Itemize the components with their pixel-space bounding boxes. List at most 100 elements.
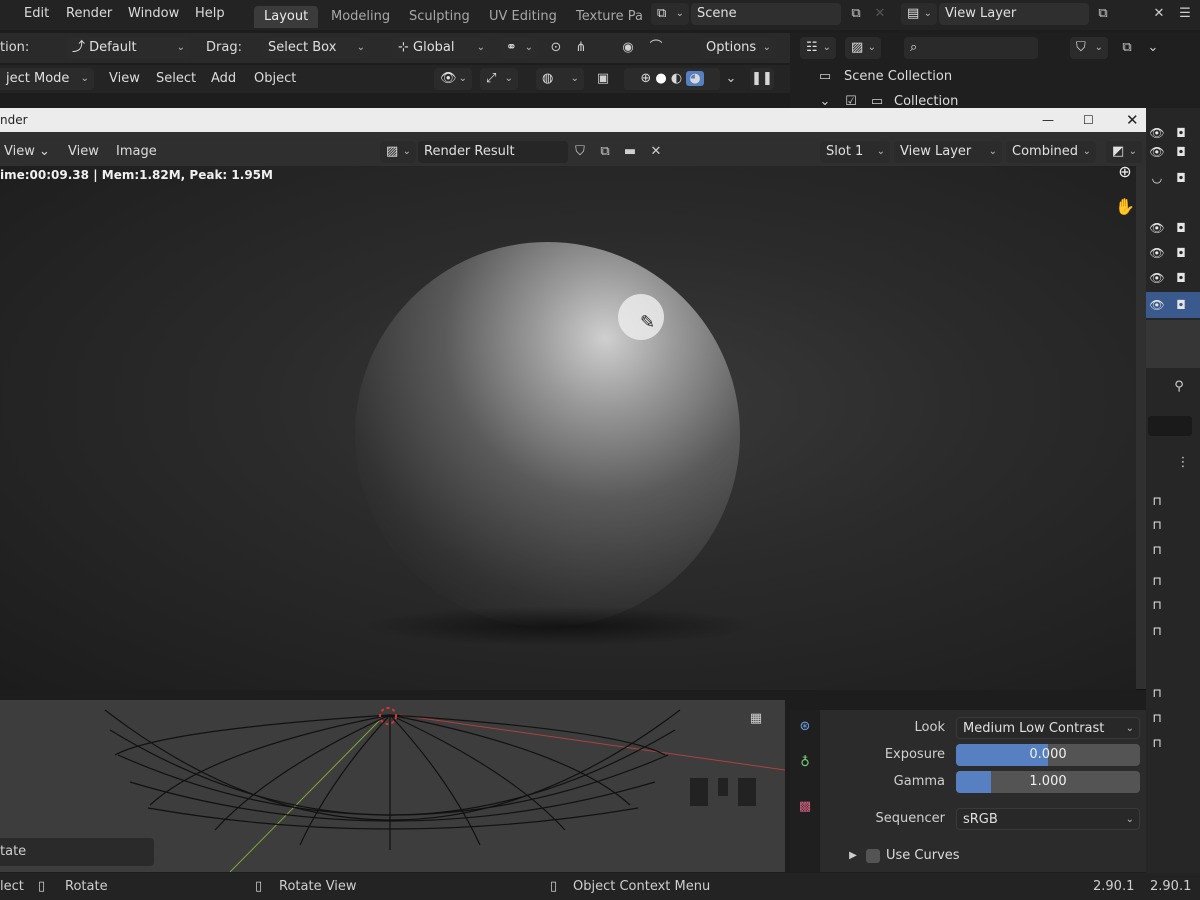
- visibility-eye-icon[interactable]: 👁: [1148, 221, 1166, 235]
- pause-render-icon[interactable]: ❚❚: [750, 68, 774, 90]
- display-channels-icon[interactable]: ◩ ⌄: [1106, 141, 1142, 163]
- scene-name-field[interactable]: Scene: [691, 3, 841, 25]
- sequencer-dropdown[interactable]: sRGB ⌄: [956, 808, 1140, 830]
- transform-orientation-dropdown[interactable]: ⊹ Global ⌄: [392, 37, 490, 59]
- look-dropdown[interactable]: Medium Low Contrast ⌄: [956, 717, 1140, 739]
- open-folder-icon[interactable]: ▬: [619, 141, 641, 163]
- texture-tab-icon[interactable]: ▩: [794, 796, 816, 818]
- outliner-search-input[interactable]: ⌕: [904, 37, 1038, 59]
- delete-view-layer-icon[interactable]: ✕: [1148, 3, 1170, 25]
- xray-icon[interactable]: ▣: [592, 68, 614, 90]
- expand-triangle-icon[interactable]: ▶: [842, 845, 864, 867]
- pivot-point-icon[interactable]: ⚭ ⌄: [500, 37, 538, 59]
- mode-dropdown[interactable]: ject Mode ⌄: [0, 68, 94, 90]
- lock-icon[interactable]: ⊓: [1148, 543, 1166, 557]
- visibility-eye-icon[interactable]: 👁: [1148, 145, 1166, 159]
- solid-shading-icon[interactable]: ●: [655, 71, 666, 86]
- maximize-icon[interactable]: ☐: [1083, 108, 1094, 132]
- pass-dropdown[interactable]: Combined ⌄: [1006, 141, 1096, 163]
- options-dropdown[interactable]: Options ⌄: [700, 37, 776, 59]
- view-layer-dropdown[interactable]: View Layer ⌄: [894, 141, 1002, 163]
- viewport-menu-select[interactable]: Select: [150, 68, 202, 90]
- proportional-editing-icon[interactable]: ◉: [617, 37, 639, 59]
- zoom-icon[interactable]: ⊕: [1114, 166, 1136, 183]
- scene-collection-label[interactable]: Scene Collection: [838, 66, 958, 88]
- new-view-layer-icon[interactable]: ⧉: [1092, 3, 1114, 25]
- 3d-viewport[interactable]: ▦ tate: [0, 700, 785, 872]
- restrict-icon[interactable]: ◡: [1148, 171, 1166, 185]
- menu-render[interactable]: Render: [60, 3, 118, 25]
- pan-hand-icon[interactable]: ✋: [1114, 196, 1136, 218]
- render-camera-icon[interactable]: ◘: [1172, 271, 1190, 285]
- image-editor-menu-view[interactable]: View: [62, 141, 105, 163]
- rendered-shading-icon[interactable]: ◕: [686, 71, 704, 86]
- image-editor-menu-image[interactable]: Image: [110, 141, 163, 163]
- tab-texture-paint[interactable]: Texture Pa: [566, 6, 653, 28]
- light-tab-icon[interactable]: ♁: [794, 752, 816, 774]
- minimize-icon[interactable]: —: [1042, 108, 1054, 132]
- fake-user-shield-icon[interactable]: ⛉: [569, 141, 591, 163]
- snap-icon[interactable]: ⊙: [545, 37, 567, 59]
- gamma-slider[interactable]: 1.000: [956, 771, 1140, 793]
- visibility-eye-icon[interactable]: 👁: [1148, 271, 1166, 285]
- visibility-eye-icon[interactable]: 👁: [1148, 246, 1166, 260]
- render-camera-icon[interactable]: ◘: [1172, 298, 1190, 312]
- view-layer-name-field[interactable]: View Layer: [939, 3, 1089, 25]
- wireframe-shading-icon[interactable]: ⊕: [640, 71, 651, 86]
- exposure-slider[interactable]: 0.000: [956, 744, 1140, 766]
- new-collection-icon[interactable]: ⧉: [1116, 37, 1138, 59]
- scene-selector-icon[interactable]: ⧉ ⌄: [651, 3, 689, 25]
- tab-uv-editing[interactable]: UV Editing: [479, 6, 567, 28]
- window-menu-icon[interactable]: ☰: [1174, 3, 1196, 25]
- image-editor-view-dropdown[interactable]: View ⌄: [0, 141, 56, 163]
- duplicate-image-icon[interactable]: ⧉: [594, 141, 616, 163]
- close-icon[interactable]: ✕: [1126, 108, 1139, 132]
- lock-icon[interactable]: ⊓: [1148, 494, 1166, 508]
- tab-layout[interactable]: Layout: [254, 6, 319, 28]
- view-layer-selector-icon[interactable]: ▤ ⌄: [901, 3, 937, 25]
- falloff-icon[interactable]: ⌒: [645, 37, 667, 59]
- orientation-dropdown[interactable]: ⤴ Default ⌄: [66, 37, 190, 59]
- outliner-selected-row[interactable]: 👁 ◘: [1146, 292, 1200, 318]
- lock-icon[interactable]: ⊓: [1148, 598, 1166, 612]
- visibility-eye-icon[interactable]: 👁: [1148, 298, 1166, 312]
- slot-dropdown[interactable]: Slot 1 ⌄: [820, 141, 890, 163]
- overlays-icon[interactable]: ◍ ⌄: [536, 68, 584, 90]
- viewport-menu-add[interactable]: Add: [205, 68, 242, 90]
- viewport-menu-view[interactable]: View: [103, 68, 146, 90]
- lock-icon[interactable]: ⊓: [1148, 574, 1166, 588]
- render-camera-icon[interactable]: ◘: [1172, 126, 1190, 140]
- drag-handle-icon[interactable]: ⋮: [1172, 452, 1194, 474]
- pin-icon[interactable]: ⚲: [1168, 376, 1190, 398]
- unlink-image-icon[interactable]: ✕: [645, 141, 667, 163]
- menu-help[interactable]: Help: [189, 3, 231, 25]
- image-name-field[interactable]: Render Result: [418, 141, 568, 163]
- gizmo-icon[interactable]: ⤢ ⌄: [480, 68, 518, 90]
- physics-tab-icon[interactable]: ⊛: [794, 716, 816, 738]
- lock-icon[interactable]: ⊓: [1148, 736, 1166, 750]
- last-operation-panel[interactable]: tate: [0, 838, 154, 866]
- tab-sculpting[interactable]: Sculpting: [399, 6, 480, 28]
- menu-window[interactable]: Window: [122, 3, 185, 25]
- outliner-menu-icon[interactable]: ⌄: [1142, 37, 1164, 59]
- lock-icon[interactable]: ⊓: [1148, 686, 1166, 700]
- render-camera-icon[interactable]: ◘: [1172, 145, 1190, 159]
- render-camera-icon[interactable]: ◘: [1172, 171, 1190, 185]
- lock-icon[interactable]: ⊓: [1148, 624, 1166, 638]
- lock-icon[interactable]: ⊓: [1148, 711, 1166, 725]
- visibility-icon[interactable]: 👁 ⌄: [434, 68, 472, 90]
- filter-icon[interactable]: ▨ ⌄: [845, 37, 881, 59]
- image-browse-icon[interactable]: ▨ ⌄: [380, 141, 416, 163]
- lock-icon[interactable]: ⊓: [1148, 518, 1166, 532]
- drag-dropdown[interactable]: Select Box ⌄: [262, 37, 370, 59]
- snap-target-icon[interactable]: ⋔: [570, 37, 592, 59]
- render-result-canvas[interactable]: ime:00:09.38 | Mem:1.82M, Peak: 1.95M ✎ …: [0, 166, 1136, 690]
- funnel-filter-icon[interactable]: ⛉ ⌄: [1070, 37, 1108, 59]
- viewport-menu-object[interactable]: Object: [248, 68, 302, 90]
- new-scene-icon[interactable]: ⧉: [845, 3, 867, 25]
- use-curves-checkbox[interactable]: [866, 849, 880, 863]
- shading-options-icon[interactable]: ⌄: [720, 68, 742, 90]
- props-search-field[interactable]: [1148, 416, 1192, 436]
- menu-edit[interactable]: Edit: [18, 3, 55, 25]
- display-mode-icon[interactable]: ☷ ⌄: [800, 37, 836, 59]
